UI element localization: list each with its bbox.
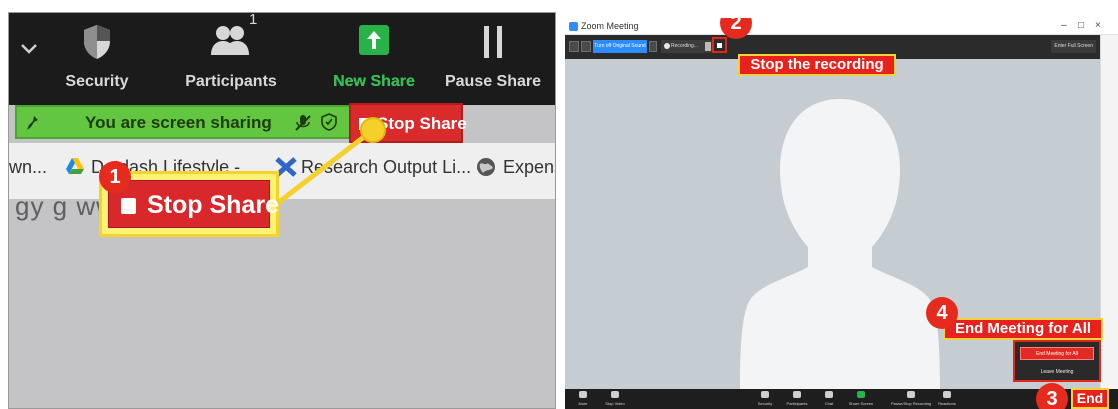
stop-square-icon [717, 43, 722, 48]
end-button[interactable]: End [1071, 388, 1109, 409]
share-screen-button[interactable]: Share Screen [847, 391, 875, 406]
chat-label: Chat [824, 401, 834, 406]
stop-video-label: Stop Video [605, 401, 625, 406]
pause-recording-icon[interactable] [705, 42, 711, 51]
left-zoomed-panel: Security 1 Participants New Share New Sh… [8, 12, 556, 409]
maximize-button[interactable]: □ [1078, 20, 1084, 31]
end-meeting-for-all-button[interactable]: End Meeting for All [1020, 347, 1094, 360]
enter-fullscreen-button[interactable]: Enter Full Screen [1051, 40, 1096, 53]
zoom-logo-icon [569, 22, 578, 31]
participants-label: Participants [786, 401, 808, 406]
stop-recording-button[interactable] [712, 37, 727, 53]
info-icon[interactable] [569, 41, 579, 52]
stop-share-big-label: Stop Share [147, 191, 279, 219]
zoom-meeting-window: Zoom Meeting – □ × Turn off Original Sou… [565, 18, 1118, 409]
share-screen-label: Share Screen [848, 401, 874, 406]
record-dot-icon [664, 43, 670, 49]
pause-stop-icon [907, 391, 915, 398]
reactions-label: Reactions [938, 401, 956, 406]
stop-recording-callout: Stop the recording [738, 54, 896, 76]
microphone-icon [579, 391, 587, 398]
minimize-button[interactable]: – [1061, 20, 1067, 31]
participants-button[interactable]: Participants [783, 391, 811, 406]
recording-label: Recording... [671, 43, 698, 49]
chat-bubble-icon [825, 391, 833, 398]
end-meeting-menu: End Meeting for All Leave Meeting [1013, 340, 1101, 382]
reactions-button[interactable]: Reactions [933, 391, 961, 406]
stop-square-icon [121, 198, 136, 214]
step-4-badge: 4 [926, 297, 958, 329]
video-camera-icon [611, 391, 619, 398]
participants-icon [793, 391, 801, 398]
avatar-silhouette [740, 99, 940, 389]
recording-controls-button[interactable]: Pause/Stop Recording [891, 391, 931, 406]
step-1-badge: 1 [99, 161, 131, 193]
chevron-down-icon[interactable] [649, 41, 657, 52]
security-button[interactable]: Security [751, 391, 779, 406]
stop-share-callout-button[interactable]: Stop Share [108, 180, 279, 228]
mute-label: Mute [578, 401, 588, 406]
close-button[interactable]: × [1095, 20, 1101, 31]
shield-icon [761, 391, 769, 398]
highlight-dot [360, 117, 386, 143]
shield-icon[interactable] [581, 41, 591, 52]
emoji-icon [943, 391, 951, 398]
security-label: Security [757, 401, 773, 406]
window-titlebar: Zoom Meeting – □ × [565, 18, 1118, 35]
end-meeting-callout: End Meeting for All [943, 318, 1103, 340]
recording-controls-label: Pause/Stop Recording [891, 401, 932, 406]
leave-meeting-button[interactable]: Leave Meeting [1020, 366, 1094, 378]
chat-button[interactable]: Chat [815, 391, 843, 406]
step-3-badge: 3 [1036, 383, 1068, 409]
stop-video-button[interactable]: Stop Video [601, 391, 629, 406]
window-title: Zoom Meeting [581, 21, 639, 31]
callout-connector-line [273, 128, 375, 207]
mute-button[interactable]: Mute [569, 391, 597, 406]
original-sound-button[interactable]: Turn off Original Sound [593, 40, 647, 53]
share-arrow-icon [857, 391, 865, 398]
